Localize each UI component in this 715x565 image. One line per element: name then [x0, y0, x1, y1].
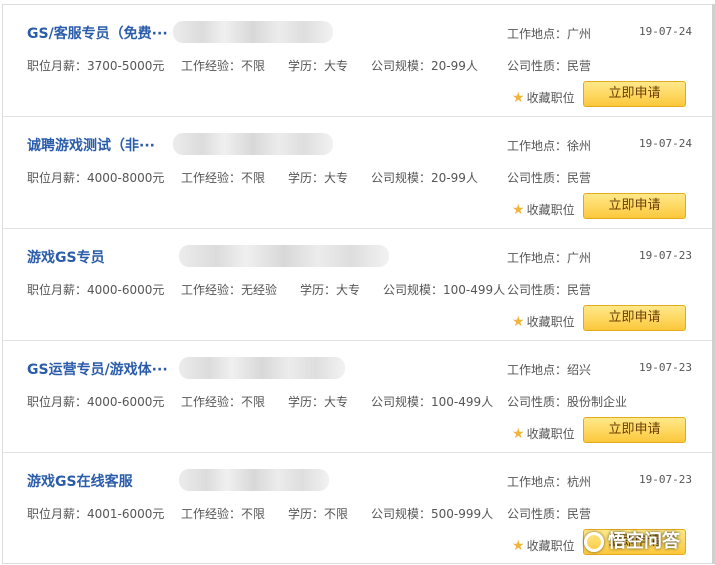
job-salary: 职位月薪：4001-6000元 — [27, 507, 165, 521]
apply-now-button[interactable]: 立即申请 — [583, 305, 686, 331]
job-experience: 工作经验：不限 — [181, 507, 266, 521]
job-education: 学历：大专 — [288, 395, 349, 409]
job-card: 游戏GS专员 职位月薪：4000-6000元 工作经验：无经验 学历：大专 公司… — [3, 229, 712, 341]
job-experience: 工作经验：不限 — [181, 395, 266, 409]
apply-now-button[interactable]: 立即申请 — [583, 193, 686, 219]
star-icon: ★ — [512, 202, 525, 218]
job-education: 学历：大专 — [288, 59, 349, 73]
star-icon: ★ — [512, 538, 525, 554]
job-card: 诚聘游戏测试（非··· 职位月薪：4000-8000元 工作经验：不限 学历：大… — [3, 117, 712, 229]
company-nature: 公司性质：股份制企业 — [507, 395, 628, 409]
favorite-label: 收藏职位 — [526, 315, 575, 329]
star-icon: ★ — [512, 90, 525, 106]
job-title-link[interactable]: 游戏GS专员 — [27, 247, 105, 267]
job-salary: 职位月薪：3700-5000元 — [27, 59, 165, 73]
job-location: 工作地点：绍兴 — [507, 363, 592, 377]
watermark-text: 悟空问答 — [608, 531, 680, 552]
favorite-label: 收藏职位 — [526, 203, 575, 217]
job-list: GS/客服专员（免费··· 职位月薪：3700-5000元 工作经验：不限 学历… — [2, 4, 713, 564]
job-salary: 职位月薪：4000-6000元 — [27, 395, 165, 409]
company-nature: 公司性质：民营 — [507, 507, 592, 521]
job-date: 19-07-24 — [639, 137, 692, 150]
job-date: 19-07-23 — [639, 473, 692, 486]
job-title-link[interactable]: 游戏GS在线客服 — [27, 471, 133, 491]
company-size: 公司规模：500-999人 — [371, 507, 494, 521]
job-experience: 工作经验：无经验 — [181, 283, 278, 297]
favorite-job-button[interactable]: ★ 收藏职位 — [512, 313, 575, 330]
blurred-company-name — [179, 245, 389, 267]
job-salary: 职位月薪：4000-8000元 — [27, 171, 165, 185]
company-size: 公司规模：20-99人 — [371, 59, 478, 73]
company-size: 公司规模：20-99人 — [371, 171, 478, 185]
favorite-label: 收藏职位 — [526, 427, 575, 441]
favorite-job-button[interactable]: ★ 收藏职位 — [512, 537, 575, 554]
job-location: 工作地点：杭州 — [507, 475, 592, 489]
wukong-logo-icon — [584, 532, 604, 552]
job-location: 工作地点：广州 — [507, 27, 592, 41]
job-salary: 职位月薪：4000-6000元 — [27, 283, 165, 297]
job-card: GS运营专员/游戏体··· 职位月薪：4000-6000元 工作经验：不限 学历… — [3, 341, 712, 453]
job-title-link[interactable]: GS运营专员/游戏体··· — [27, 359, 168, 379]
blurred-company-name — [179, 469, 329, 491]
blurred-company-name — [173, 21, 333, 43]
company-size: 公司规模：100-499人 — [371, 395, 494, 409]
favorite-label: 收藏职位 — [526, 539, 575, 553]
job-location: 工作地点：广州 — [507, 251, 592, 265]
blurred-company-name — [173, 133, 333, 155]
apply-now-button[interactable]: 立即申请 — [583, 417, 686, 443]
job-experience: 工作经验：不限 — [181, 59, 266, 73]
company-nature: 公司性质：民营 — [507, 171, 592, 185]
job-education: 学历：大专 — [288, 171, 349, 185]
job-title-link[interactable]: 诚聘游戏测试（非··· — [27, 135, 155, 155]
watermark: 悟空问答 — [584, 527, 708, 557]
job-experience: 工作经验：不限 — [181, 171, 266, 185]
job-education: 学历：不限 — [288, 507, 349, 521]
apply-now-button[interactable]: 立即申请 — [583, 81, 686, 107]
favorite-label: 收藏职位 — [526, 91, 575, 105]
company-size: 公司规模：100-499人 — [383, 283, 506, 297]
job-date: 19-07-23 — [639, 249, 692, 262]
job-date: 19-07-23 — [639, 361, 692, 374]
company-nature: 公司性质：民营 — [507, 59, 592, 73]
star-icon: ★ — [512, 314, 525, 330]
job-location: 工作地点：徐州 — [507, 139, 592, 153]
job-education: 学历：大专 — [300, 283, 361, 297]
favorite-job-button[interactable]: ★ 收藏职位 — [512, 201, 575, 218]
company-nature: 公司性质：民营 — [507, 283, 592, 297]
star-icon: ★ — [512, 426, 525, 442]
job-date: 19-07-24 — [639, 25, 692, 38]
blurred-company-name — [179, 357, 345, 379]
job-title-link[interactable]: GS/客服专员（免费··· — [27, 23, 168, 43]
job-card: GS/客服专员（免费··· 职位月薪：3700-5000元 工作经验：不限 学历… — [3, 5, 712, 117]
favorite-job-button[interactable]: ★ 收藏职位 — [512, 425, 575, 442]
favorite-job-button[interactable]: ★ 收藏职位 — [512, 89, 575, 106]
